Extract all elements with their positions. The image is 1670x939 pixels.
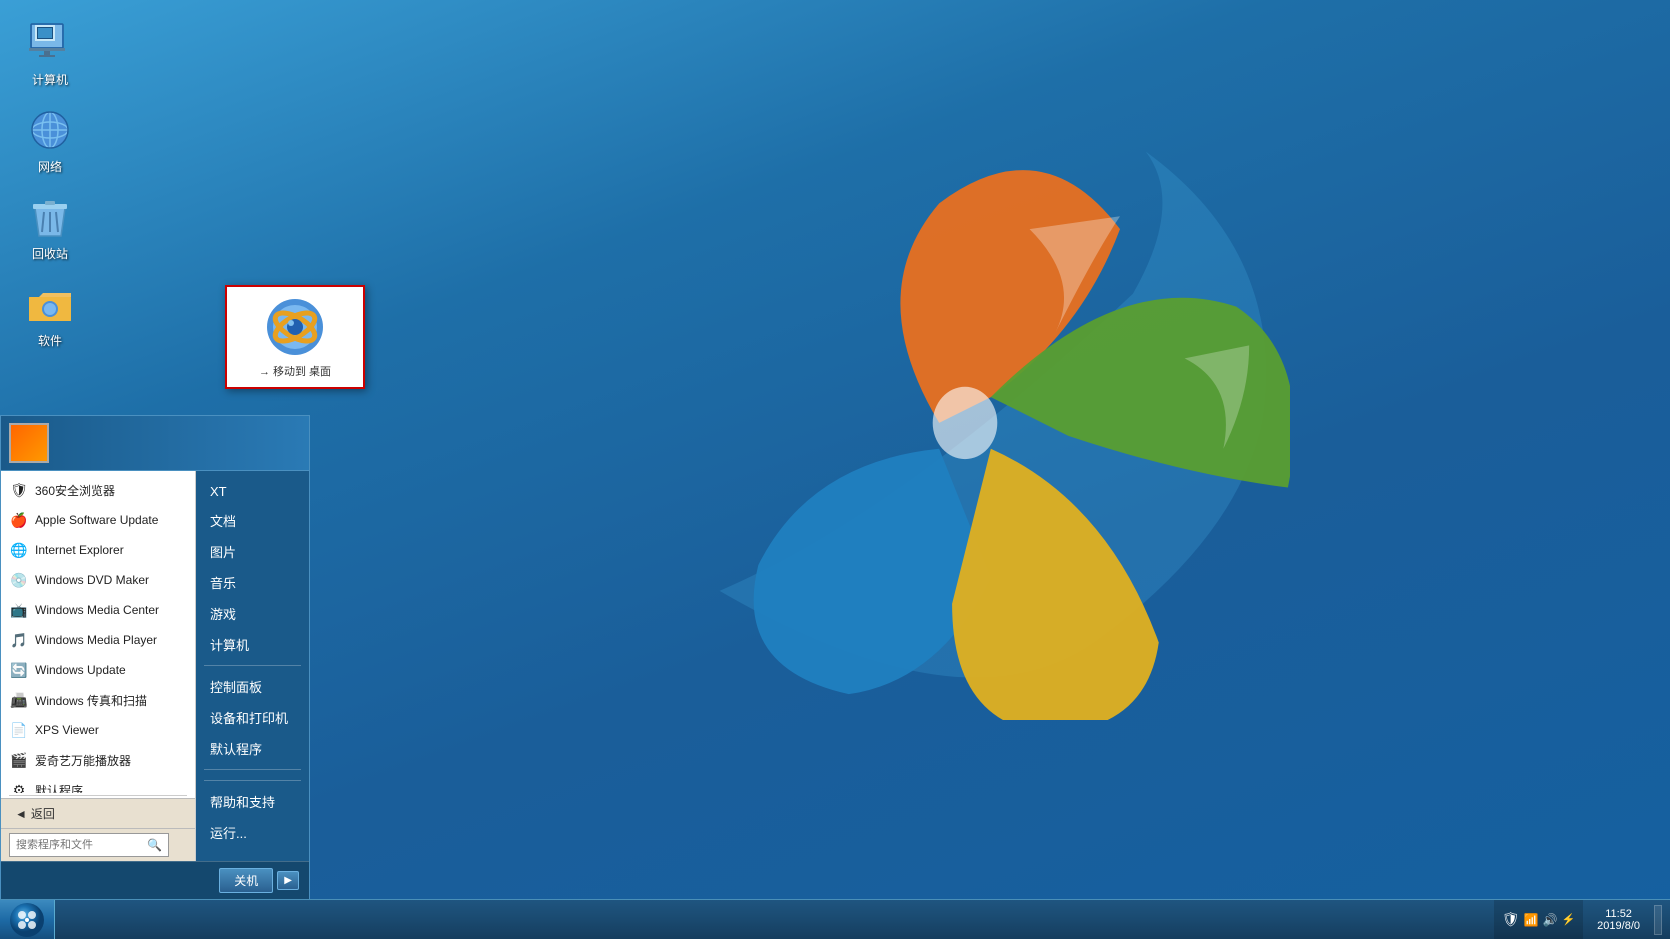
ie-drag-tooltip: → 移动到 桌面 (259, 363, 331, 379)
right-menu-item[interactable]: 运行... (196, 818, 309, 847)
left-menu-item[interactable]: ⚙ 默认程序 (1, 775, 195, 793)
show-desktop-button[interactable] (1654, 905, 1662, 935)
menu-item-label: Windows Media Player (35, 633, 157, 647)
menu-item-icon: ⚙ (9, 780, 29, 793)
menu-item-label: Windows Media Center (35, 603, 159, 617)
desktop: 计算机 网络 (0, 0, 1670, 939)
clock-time: 11:52 (1597, 908, 1640, 920)
ie-icon-large (263, 295, 327, 359)
windows-logo (640, 100, 1290, 720)
tray-icon-network: 📶 (1524, 913, 1539, 927)
tray-icon-battery: ⚡ (1561, 913, 1575, 926)
network-icon (26, 106, 74, 154)
start-button[interactable] (0, 900, 55, 939)
start-menu-left: 🛡 360安全浏览器 🍎 Apple Software Update 🌐 Internet… (1, 471, 196, 861)
right-menu-item[interactable]: 控制面板 (196, 672, 309, 701)
menu-item-icon: 🎵 (9, 630, 29, 650)
start-menu-bottom-bar: ◄ 返回 (1, 798, 195, 828)
right-menu-item[interactable]: 音乐 (196, 568, 309, 597)
menu-item-icon: 💿 (9, 570, 29, 590)
menu-item-icon: 📠 (9, 690, 29, 710)
menu-item-icon: 🔄 (9, 660, 29, 680)
left-menu-item[interactable]: 🎵 Windows Media Player (1, 625, 195, 655)
desktop-icon-recycle[interactable]: 回收站 (10, 189, 90, 266)
left-menu-item[interactable]: 🛡 360安全浏览器 (1, 475, 195, 505)
left-menu-item[interactable]: 📄 XPS Viewer (1, 715, 195, 745)
back-button[interactable]: ◄ 返回 (9, 803, 61, 824)
left-menu-item[interactable]: 🍎 Apple Software Update (1, 505, 195, 535)
shutdown-arrow-button[interactable]: ▶ (277, 871, 299, 890)
start-menu: 🛡 360安全浏览器 🍎 Apple Software Update 🌐 Internet… (0, 415, 310, 899)
shutdown-bar: 关机 ▶ (1, 861, 309, 899)
menu-item-label: Apple Software Update (35, 513, 158, 527)
software-folder-label: 软件 (38, 332, 62, 349)
recycle-bin-icon (26, 193, 74, 241)
menu-item-icon: 🛡 (9, 480, 29, 500)
back-label: 返回 (31, 805, 55, 822)
start-menu-right: XT文档图片音乐游戏计算机控制面板设备和打印机默认程序帮助和支持运行... (196, 471, 309, 861)
search-icon: 🔍 (147, 838, 162, 852)
right-menu-item[interactable]: 计算机 (196, 630, 309, 659)
desktop-icon-software[interactable]: 软件 (10, 276, 90, 353)
computer-icon (26, 19, 74, 67)
right-menu-divider (204, 780, 301, 781)
menu-item-label: 默认程序 (35, 782, 83, 794)
menu-item-label: Windows Update (35, 663, 126, 677)
right-menu-item[interactable]: 图片 (196, 537, 309, 566)
right-menu-divider (204, 665, 301, 666)
menu-item-label: XPS Viewer (35, 723, 99, 737)
left-menu-item[interactable]: 📠 Windows 传真和扫描 (1, 685, 195, 715)
left-menu-item[interactable]: 🎬 爱奇艺万能播放器 (1, 745, 195, 775)
menu-item-icon: 🎬 (9, 750, 29, 770)
user-avatar (9, 423, 49, 463)
start-menu-body: 🛡 360安全浏览器 🍎 Apple Software Update 🌐 Internet… (1, 471, 309, 861)
right-menu-item[interactable]: 设备和打印机 (196, 703, 309, 732)
right-menu-item[interactable]: XT (196, 479, 309, 504)
right-menu-item[interactable]: 默认程序 (196, 734, 309, 763)
menu-item-label: Windows DVD Maker (35, 573, 149, 587)
recycle-bin-label: 回收站 (32, 245, 68, 262)
tray-icon-volume: 🔊 (1543, 913, 1558, 927)
tray-icon-shield: 🛡 (1502, 911, 1520, 928)
menu-item-label: Internet Explorer (35, 543, 124, 557)
computer-icon-label: 计算机 (32, 71, 68, 88)
right-menu-item[interactable]: 帮助和支持 (196, 787, 309, 816)
right-menu-item[interactable]: 游戏 (196, 599, 309, 628)
ie-drag-icon: → 移动到 桌面 (225, 285, 365, 389)
start-menu-header (1, 416, 309, 471)
clock: 11:52 2019/8/0 (1589, 908, 1648, 932)
menu-item-label: Windows 传真和扫描 (35, 692, 147, 709)
desktop-icons-container: 计算机 网络 (0, 0, 100, 368)
right-menu-divider (204, 769, 301, 770)
menu-item-icon: 📺 (9, 600, 29, 620)
left-menu-item[interactable]: 🌐 Internet Explorer (1, 535, 195, 565)
menu-item-icon: 🌐 (9, 540, 29, 560)
back-arrow: ◄ (15, 807, 27, 821)
left-menu-item[interactable]: 📺 Windows Media Center (1, 595, 195, 625)
start-menu-programs-list[interactable]: 🛡 360安全浏览器 🍎 Apple Software Update 🌐 Internet… (1, 471, 195, 793)
shutdown-button[interactable]: 关机 (219, 868, 273, 893)
ie-tooltip-text: → 移动到 桌面 (259, 363, 331, 379)
taskbar-right: 🛡 📶 🔊 ⚡ 11:52 2019/8/0 (1494, 900, 1670, 939)
taskbar: 🛡 📶 🔊 ⚡ 11:52 2019/8/0 (0, 899, 1670, 939)
desktop-icon-network[interactable]: 网络 (10, 102, 90, 179)
menu-item-label: 爱奇艺万能播放器 (35, 752, 131, 769)
desktop-icon-computer[interactable]: 计算机 (10, 15, 90, 92)
menu-item-icon: 🍎 (9, 510, 29, 530)
left-menu-item[interactable]: 💿 Windows DVD Maker (1, 565, 195, 595)
search-input[interactable] (16, 839, 147, 851)
clock-date: 2019/8/0 (1597, 920, 1640, 932)
software-folder-icon (26, 280, 74, 328)
system-tray: 🛡 📶 🔊 ⚡ (1494, 900, 1583, 939)
left-menu-item[interactable]: 🔄 Windows Update (1, 655, 195, 685)
right-menu-item[interactable]: 文档 (196, 506, 309, 535)
menu-item-label: 360安全浏览器 (35, 482, 115, 499)
network-icon-label: 网络 (38, 158, 62, 175)
menu-divider-bottom (9, 795, 187, 796)
menu-item-icon: 📄 (9, 720, 29, 740)
search-bar[interactable]: 🔍 (9, 833, 169, 857)
